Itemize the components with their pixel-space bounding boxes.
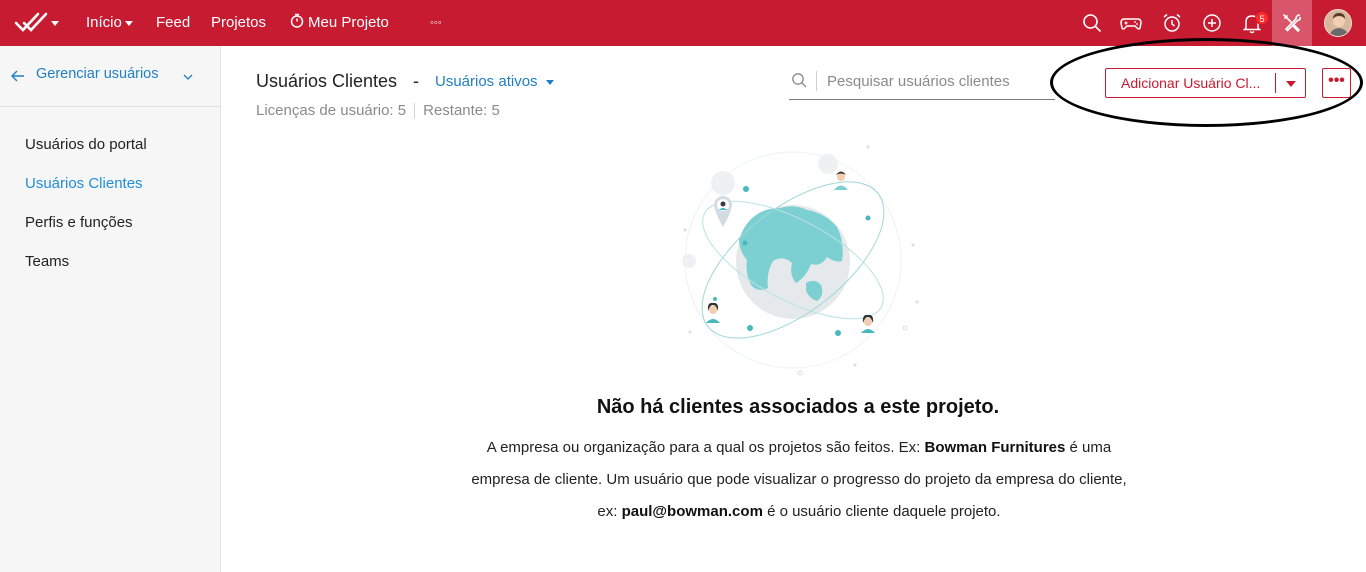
top-navigation-bar: Início Feed Projetos Meu Projeto ◦◦◦ 5	[0, 0, 1366, 46]
sidebar-item-client-users[interactable]: Usuários Clientes	[25, 175, 143, 192]
chevron-down-icon[interactable]	[181, 70, 195, 84]
sidebar-header: Gerenciar usuários	[0, 46, 220, 107]
license-count: Licenças de usuário: 5	[256, 102, 407, 119]
nav-current-project[interactable]: Meu Projeto	[290, 0, 389, 46]
search-box	[789, 64, 1055, 100]
nav-home-label: Início	[86, 14, 122, 31]
app-logo-icon	[14, 12, 59, 32]
back-arrow-icon[interactable]	[10, 68, 26, 84]
divider	[1275, 73, 1276, 93]
text-span: ex:	[597, 503, 622, 520]
gamepad-icon[interactable]	[1119, 11, 1143, 35]
nav-home[interactable]: Início	[86, 0, 133, 46]
notification-count-badge: 5	[1255, 11, 1269, 25]
divider	[414, 103, 416, 120]
add-circle-icon[interactable]	[1200, 11, 1224, 35]
sidebar-item-teams[interactable]: Teams	[25, 253, 69, 270]
empty-state-description: A empresa ou organização para a qual os …	[440, 432, 1158, 528]
nav-feed[interactable]: Feed	[156, 0, 190, 46]
user-avatar[interactable]	[1324, 9, 1352, 37]
nav-current-project-label: Meu Projeto	[308, 14, 389, 31]
example-email: paul@bowman.com	[621, 503, 763, 520]
add-client-user-label: Adicionar Usuário Cl...	[1121, 75, 1261, 91]
remaining-count: Restante: 5	[423, 102, 500, 119]
text-span: A empresa ou organização para a qual os …	[486, 439, 925, 456]
user-status-filter-dropdown[interactable]: Usuários ativos	[435, 73, 554, 90]
empty-state-line: A empresa ou organização para a qual os …	[440, 432, 1158, 464]
chevron-down-icon[interactable]	[1286, 81, 1296, 87]
license-info: Licenças de usuário: 5 Restante: 5	[256, 102, 500, 120]
tools-icon	[1283, 14, 1302, 33]
search-icon	[791, 72, 808, 89]
divider	[816, 71, 817, 91]
sidebar-item-portal-users[interactable]: Usuários do portal	[25, 136, 147, 153]
setup-tools-button[interactable]	[1272, 0, 1312, 46]
sidebar-title[interactable]: Gerenciar usuários	[36, 66, 159, 82]
more-options-button[interactable]: •••	[1322, 68, 1351, 98]
title-separator: -	[413, 71, 419, 91]
globe-clients-illustration	[655, 135, 935, 385]
search-input[interactable]	[827, 68, 1051, 94]
nav-more-button[interactable]: ◦◦◦	[430, 0, 442, 46]
filter-label: Usuários ativos	[435, 73, 538, 90]
chevron-down-icon	[124, 20, 133, 26]
alarm-clock-icon[interactable]	[1160, 11, 1184, 35]
add-client-user-button[interactable]: Adicionar Usuário Cl...	[1105, 68, 1306, 98]
timer-icon	[290, 13, 304, 28]
text-span: é uma	[1065, 439, 1112, 456]
text-span: é o usuário cliente daquele projeto.	[762, 503, 1001, 520]
chevron-down-icon	[545, 79, 554, 85]
example-company: Bowman Furnitures	[924, 439, 1066, 456]
search-icon[interactable]	[1080, 11, 1104, 35]
empty-state-title: Não há clientes associados a este projet…	[596, 396, 1000, 418]
page-title: Usuários Clientes	[256, 71, 398, 91]
sidebar: Gerenciar usuários Usuários do portal Us…	[0, 46, 221, 572]
app-logo-menu[interactable]	[14, 9, 62, 37]
nav-projects[interactable]: Projetos	[211, 0, 266, 46]
empty-state-line: ex: paul@bowman.com é o usuário cliente …	[440, 496, 1158, 528]
sidebar-item-profiles-roles[interactable]: Perfis e funções	[25, 214, 133, 231]
empty-state-line: empresa de cliente. Um usuário que pode …	[471, 471, 1127, 488]
